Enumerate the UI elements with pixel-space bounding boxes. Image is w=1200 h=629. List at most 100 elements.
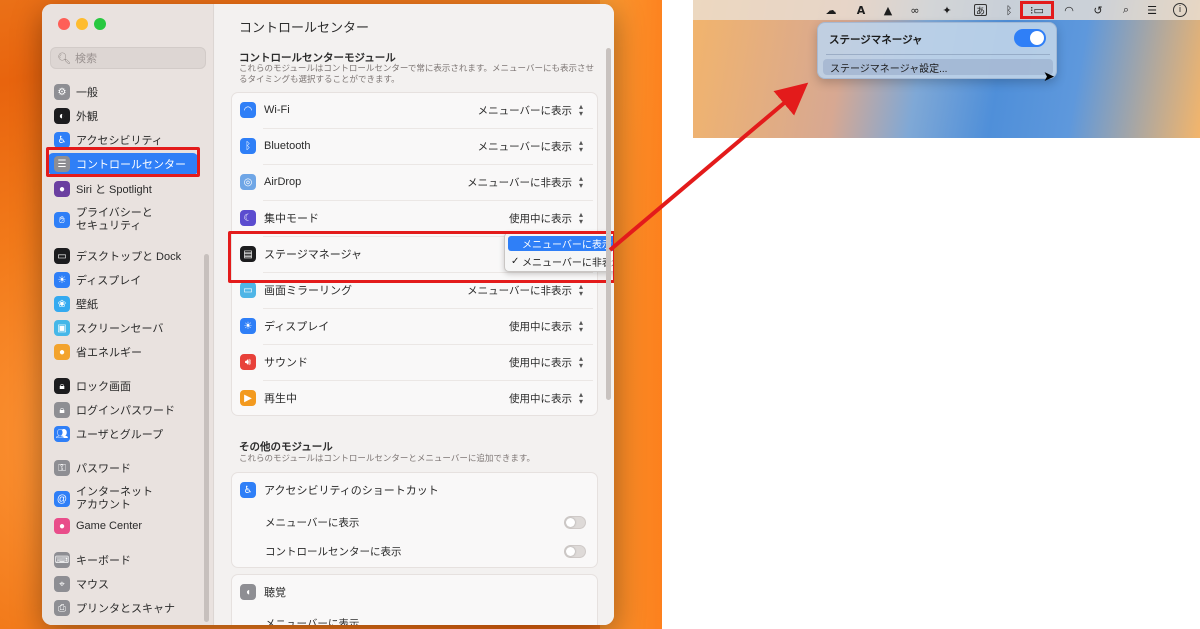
updown-chevron-icon: ▴ ▾ — [578, 318, 583, 334]
select-value: メニューバーに表示 — [477, 140, 572, 153]
sidebar-item-17[interactable]: ⌨ キーボード — [48, 549, 198, 571]
sidebar-item-13[interactable]: 👥︎ ユーザとグループ — [48, 423, 198, 445]
main-scrollbar[interactable] — [606, 48, 611, 400]
sidebar-item-11[interactable]: 🔒︎ ロック画面 — [48, 375, 198, 397]
module-label: サウンド — [264, 357, 308, 369]
sidebar-item-label: 外観 — [76, 111, 98, 123]
control-center-icon[interactable]: ☰ — [1145, 3, 1159, 17]
mouse-icon: ⌖ — [54, 576, 70, 592]
other-modules-title: その他のモジュール — [239, 441, 333, 453]
siri-icon: ● — [54, 181, 70, 197]
module-label: AirDrop — [264, 176, 302, 188]
sidebar-item-15[interactable]: @ インターネット アカウント — [48, 484, 198, 514]
bluetooth-icon: ᛒ — [240, 138, 256, 154]
updown-chevron-icon: ▴ ▾ — [578, 102, 583, 118]
module-label: Bluetooth — [264, 140, 311, 152]
module-row-1: ᛒ Bluetooth メニューバーに表示 ▴ ▾ — [231, 128, 598, 164]
menubar-screenshot: ☁ A ▲ ∞ ✦ あ ᛒ ⁝▭ ◠ ↺ ⌕ ☰ i ステージマネージャ ステー… — [693, 0, 1200, 138]
sidebar-item-8[interactable]: ❀ 壁紙 — [48, 293, 198, 315]
sidebar-item-7[interactable]: ☀ ディスプレイ — [48, 269, 198, 291]
sidebar-item-14[interactable]: ⚿ パスワード — [48, 457, 198, 479]
module-visibility-select[interactable]: 使用中に表示 ▴ ▾ — [509, 211, 586, 226]
desktop-dock-icon: ▭ — [54, 248, 70, 264]
time-machine-icon[interactable]: ↺ — [1091, 3, 1105, 17]
module-label: ディスプレイ — [264, 321, 330, 333]
sidebar-item-18[interactable]: ⌖ マウス — [48, 573, 198, 595]
hearing-row: ◖ 聴覚 — [231, 574, 598, 610]
module-label: 画面ミラーリング — [264, 285, 352, 297]
sidebar-item-10[interactable]: ● 省エネルギー — [48, 341, 198, 363]
stage-manager-menubar-highlight — [1020, 1, 1054, 19]
bluetooth-icon[interactable]: ᛒ — [1002, 3, 1016, 17]
row-divider — [263, 380, 593, 381]
wifi-icon[interactable]: ◠ — [1062, 3, 1076, 17]
screen-mirroring-icon: ▭ — [240, 282, 256, 298]
spotlight-search-icon[interactable]: ⌕ — [1119, 3, 1133, 17]
sidebar-item-1[interactable]: ◐ 外観 — [48, 105, 198, 127]
close-window-button[interactable] — [58, 18, 70, 30]
sidebar-item-label: ユーザとグループ — [76, 429, 164, 441]
drive-icon[interactable]: ▲ — [881, 3, 895, 17]
row-divider — [263, 164, 593, 165]
system-settings-window: 🔍︎ 検索 ⚙ 一般 ◐ 外観 ♿︎ アクセシビリティ ☰ コントロールセンター ● Siri と… — [42, 4, 614, 625]
select-value: 使用中に表示 — [509, 212, 572, 225]
search-icon: 🔍︎ — [57, 52, 71, 65]
accessibility-icon: ♿︎ — [54, 132, 70, 148]
select-value: 使用中に表示 — [509, 356, 572, 369]
sidebar-item-16[interactable]: ● Game Center — [48, 515, 198, 537]
sidebar-item-0[interactable]: ⚙ 一般 — [48, 81, 198, 103]
input-method-icon[interactable]: あ — [974, 4, 987, 17]
airdrop-icon: ◎ — [240, 174, 256, 190]
module-row-6: ☀ ディスプレイ 使用中に表示 ▴ ▾ — [231, 308, 598, 344]
sidebar-scrollbar[interactable] — [204, 254, 209, 622]
internet-accounts-icon: @ — [54, 491, 70, 507]
minimize-window-button[interactable] — [76, 18, 88, 30]
module-label: Wi-Fi — [264, 104, 290, 116]
cloud-icon[interactable]: ☁ — [824, 3, 838, 17]
sidebar-item-6[interactable]: ▭ デスクトップと Dock — [48, 245, 198, 267]
module-visibility-select[interactable]: 使用中に表示 ▴ ▾ — [509, 355, 586, 370]
sidebar-item-label: アクセシビリティ — [76, 135, 163, 147]
sidebar-item-12[interactable]: 🔒︎ ログインパスワード — [48, 399, 198, 421]
module-visibility-select[interactable]: 使用中に表示 ▴ ▾ — [509, 319, 586, 334]
sidebar-item-5[interactable]: ✋︎ プライバシーと セキュリティ — [48, 205, 198, 235]
sidebar-item-label: パスワード — [76, 463, 131, 475]
accessibility-cc-toggle[interactable] — [564, 544, 586, 558]
hearing-menubar-row: メニューバーに表示 — [265, 617, 360, 626]
sidebar-item-label: スクリーンセーバ — [76, 323, 164, 335]
appearance-icon: ◐ — [54, 108, 70, 124]
wallpaper-icon: ❀ — [54, 296, 70, 312]
mouse-cursor-icon: ➤ — [1043, 69, 1055, 85]
sidebar-item-label: Siri と Spotlight — [76, 184, 152, 196]
gear-icon: ⚙ — [54, 84, 70, 100]
stage-manager-settings-item[interactable]: ステージマネージャ設定... — [823, 59, 1053, 75]
module-visibility-select[interactable]: メニューバーに非表示 ▴ ▾ — [467, 175, 586, 190]
zoom-window-button[interactable] — [94, 18, 106, 30]
creative-cloud-icon[interactable]: ∞ — [908, 3, 922, 17]
dropdown-title: ステージマネージャ — [829, 34, 923, 46]
module-visibility-select[interactable]: メニューバーに非表示 ▴ ▾ — [467, 283, 586, 298]
sidebar-item-4[interactable]: ● Siri と Spotlight — [48, 178, 198, 200]
menu-bar: ☁ A ▲ ∞ ✦ あ ᛒ ⁝▭ ◠ ↺ ⌕ ☰ i — [693, 0, 1200, 20]
sidebar-item-9[interactable]: ▣ スクリーンセーバ — [48, 317, 198, 339]
module-visibility-select[interactable]: メニューバーに表示 ▴ ▾ — [478, 139, 586, 154]
stage-manager-dropdown: ステージマネージャ ステージマネージャ設定... — [817, 22, 1057, 79]
search-input[interactable]: 🔍︎ 検索 — [50, 47, 206, 69]
sidebar-item-19[interactable]: ⎙ プリンタとスキャナ — [48, 597, 198, 619]
dropbox-icon[interactable]: ✦ — [940, 3, 954, 17]
accessibility-menubar-toggle[interactable] — [564, 515, 586, 529]
sidebar-item-label: キーボード — [76, 555, 131, 567]
select-value: 使用中に表示 — [509, 392, 572, 405]
selection-highlight-outline — [46, 147, 200, 177]
module-row-2: ◎ AirDrop メニューバーに非表示 ▴ ▾ — [231, 164, 598, 200]
module-visibility-select[interactable]: 使用中に表示 ▴ ▾ — [509, 391, 586, 406]
sidebar-item-label: デスクトップと Dock — [76, 251, 182, 263]
info-icon[interactable]: i — [1173, 3, 1187, 17]
screenshot-composite: 🔍︎ 検索 ⚙ 一般 ◐ 外観 ♿︎ アクセシビリティ ☰ コントロールセンター ● Siri と… — [0, 0, 1200, 629]
module-visibility-select[interactable]: メニューバーに表示 ▴ ▾ — [478, 103, 586, 118]
sidebar-item-label: 壁紙 — [76, 299, 98, 311]
font-a-icon[interactable]: A — [854, 3, 868, 17]
sidebar-item-label: 省エネルギー — [76, 347, 142, 359]
stage-manager-toggle[interactable] — [1014, 29, 1046, 47]
sidebar-item-label: ディスプレイ — [76, 275, 142, 287]
